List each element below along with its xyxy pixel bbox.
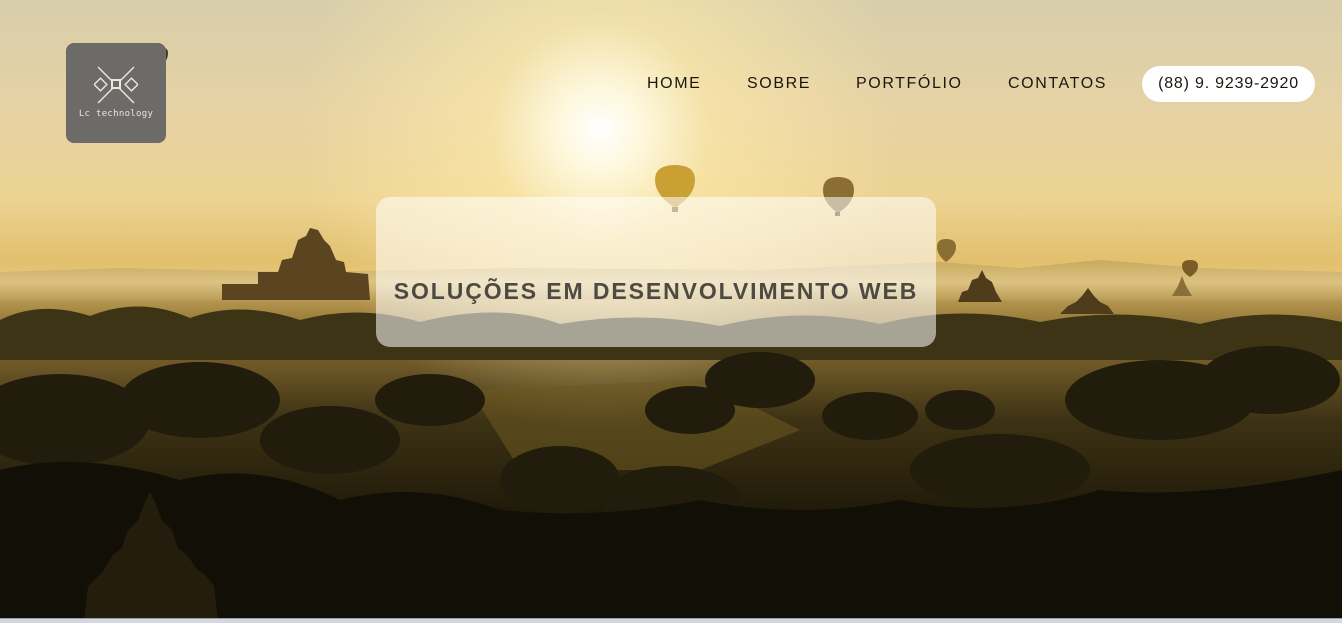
phone-number-button[interactable]: (88) 9. 9239-2920 bbox=[1142, 66, 1315, 102]
logo-text: Lc technology bbox=[78, 109, 154, 119]
hero-headline-box: SOLUÇÕES EM DESENVOLVIMENTO WEB bbox=[376, 197, 936, 347]
nav-link-sobre[interactable]: SOBRE bbox=[747, 66, 811, 102]
hero-headline: SOLUÇÕES EM DESENVOLVIMENTO WEB bbox=[393, 277, 919, 304]
nav-link-portfolio[interactable]: PORTFÓLIO bbox=[856, 66, 963, 102]
nav-link-home[interactable]: HOME bbox=[647, 66, 701, 102]
nav-link-contatos[interactable]: CONTATOS bbox=[1008, 66, 1107, 102]
taskbar-strip bbox=[0, 618, 1342, 623]
logo[interactable]: Lc technology bbox=[66, 43, 166, 143]
lc-technology-logo-icon bbox=[94, 66, 138, 104]
